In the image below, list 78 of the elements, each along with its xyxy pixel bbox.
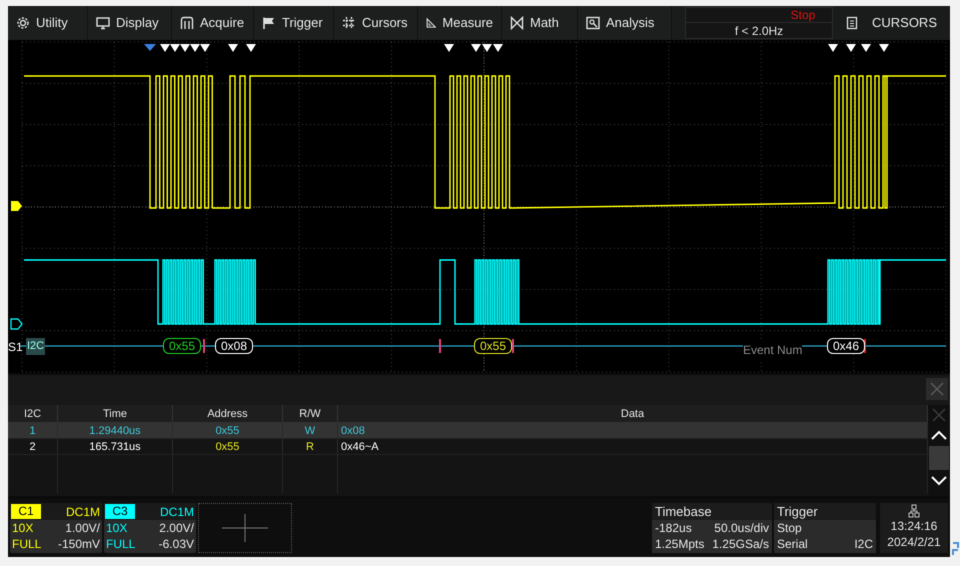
decoded-frame: 0x08 <box>215 338 254 354</box>
run-status: Stop <box>790 8 816 22</box>
event-marker-icon <box>861 44 871 52</box>
channel-label[interactable]: C3 <box>105 504 135 520</box>
table-cell: 165.731us <box>58 438 173 454</box>
trigger-frequency: f < 2.0Hz <box>734 23 784 39</box>
timebase-title: Timebase <box>652 503 772 520</box>
list-icon <box>846 16 858 30</box>
event-marker-icon <box>828 44 838 52</box>
offset-text: -150mV <box>58 536 100 552</box>
table-cell: 0x55 <box>173 438 283 454</box>
channel-marker-icon <box>11 201 22 211</box>
clock-time: 13:24:16 <box>890 518 938 536</box>
delay-text: -182us <box>655 520 692 536</box>
bandwidth-text: FULL <box>106 536 136 552</box>
monitor-icon <box>96 16 110 30</box>
image-icon <box>586 16 600 30</box>
add-channel-button[interactable] <box>198 503 292 553</box>
offset-text: -6.03V <box>158 536 194 552</box>
channel-marker-icon <box>10 318 23 330</box>
bandwidth-text: FULL <box>12 536 42 552</box>
probe-text: 10X <box>106 520 128 536</box>
scroll-down-icon[interactable] <box>931 476 947 486</box>
probe-text: 10X <box>12 520 34 536</box>
scale-text: 1.00V/ <box>65 520 100 536</box>
sample-rate-text: 1.25GSa/s <box>712 536 769 552</box>
decoded-frame: 0x55 <box>474 338 512 354</box>
trigger-source-text: I2C <box>854 536 873 552</box>
event-number-label: Event Num <box>743 341 802 359</box>
frame-end-mark <box>203 339 205 353</box>
column-header: I2C <box>8 404 58 422</box>
table-cell: 0x55 <box>173 422 283 438</box>
bus-label: S1 <box>8 339 23 356</box>
table-cell: W <box>283 422 338 438</box>
table-cell: 1.29440us <box>58 422 173 438</box>
cursors-button[interactable]: CURSORS <box>833 6 950 40</box>
table-cell: R <box>283 438 338 454</box>
coupling-text: DC1M <box>160 504 195 521</box>
clock-date: 2024/2/21 <box>887 535 941 550</box>
close-icon <box>930 382 944 396</box>
table-cell: 1 <box>8 422 58 438</box>
decoded-frame: 0x46 <box>827 338 866 354</box>
frame-end-mark <box>512 339 514 353</box>
expand-icon[interactable] <box>952 542 960 556</box>
selected-row[interactable]: 1 1.29440us 0x55 W 0x08 <box>8 422 928 439</box>
column-header: R/W <box>283 404 338 422</box>
scroll-up-icon[interactable] <box>931 430 947 440</box>
column-header: Time <box>58 404 173 422</box>
close-button[interactable] <box>926 378 948 400</box>
event-marker-icon <box>246 44 256 52</box>
decoded-frame: 0x55 <box>163 338 202 354</box>
flag-icon <box>262 16 276 30</box>
plus-icon <box>222 514 268 542</box>
grid-icon <box>342 16 356 30</box>
network-icon <box>908 504 920 518</box>
bars-icon <box>180 16 194 30</box>
trigger-state-text: Stop <box>776 520 803 536</box>
memory-depth-text: 1.25Mpts <box>655 536 704 552</box>
frame-end-mark <box>439 339 441 353</box>
triangle-ruler-icon <box>426 16 436 30</box>
event-marker-icon <box>846 44 856 52</box>
event-marker-icon <box>444 44 454 52</box>
timebase-scale-text: 50.0us/div <box>714 520 769 536</box>
trigger-position-icon <box>144 44 156 51</box>
scale-text: 2.00V/ <box>159 520 194 536</box>
gear-icon <box>16 16 30 30</box>
trigger-type-text: Serial <box>777 536 808 552</box>
table-cell: 2 <box>8 438 58 454</box>
scroll-thumb[interactable] <box>929 446 949 470</box>
channel-label[interactable]: C1 <box>11 504 41 520</box>
bowtie-icon <box>510 16 524 30</box>
event-marker-icon <box>879 44 889 52</box>
trigger-title: Trigger <box>774 503 876 520</box>
event-marker-icon <box>228 44 238 52</box>
coupling-text: DC1M <box>66 504 101 521</box>
column-header: Address <box>173 404 283 422</box>
protocol-label: I2C <box>26 338 46 354</box>
close-icon[interactable] <box>932 408 946 422</box>
